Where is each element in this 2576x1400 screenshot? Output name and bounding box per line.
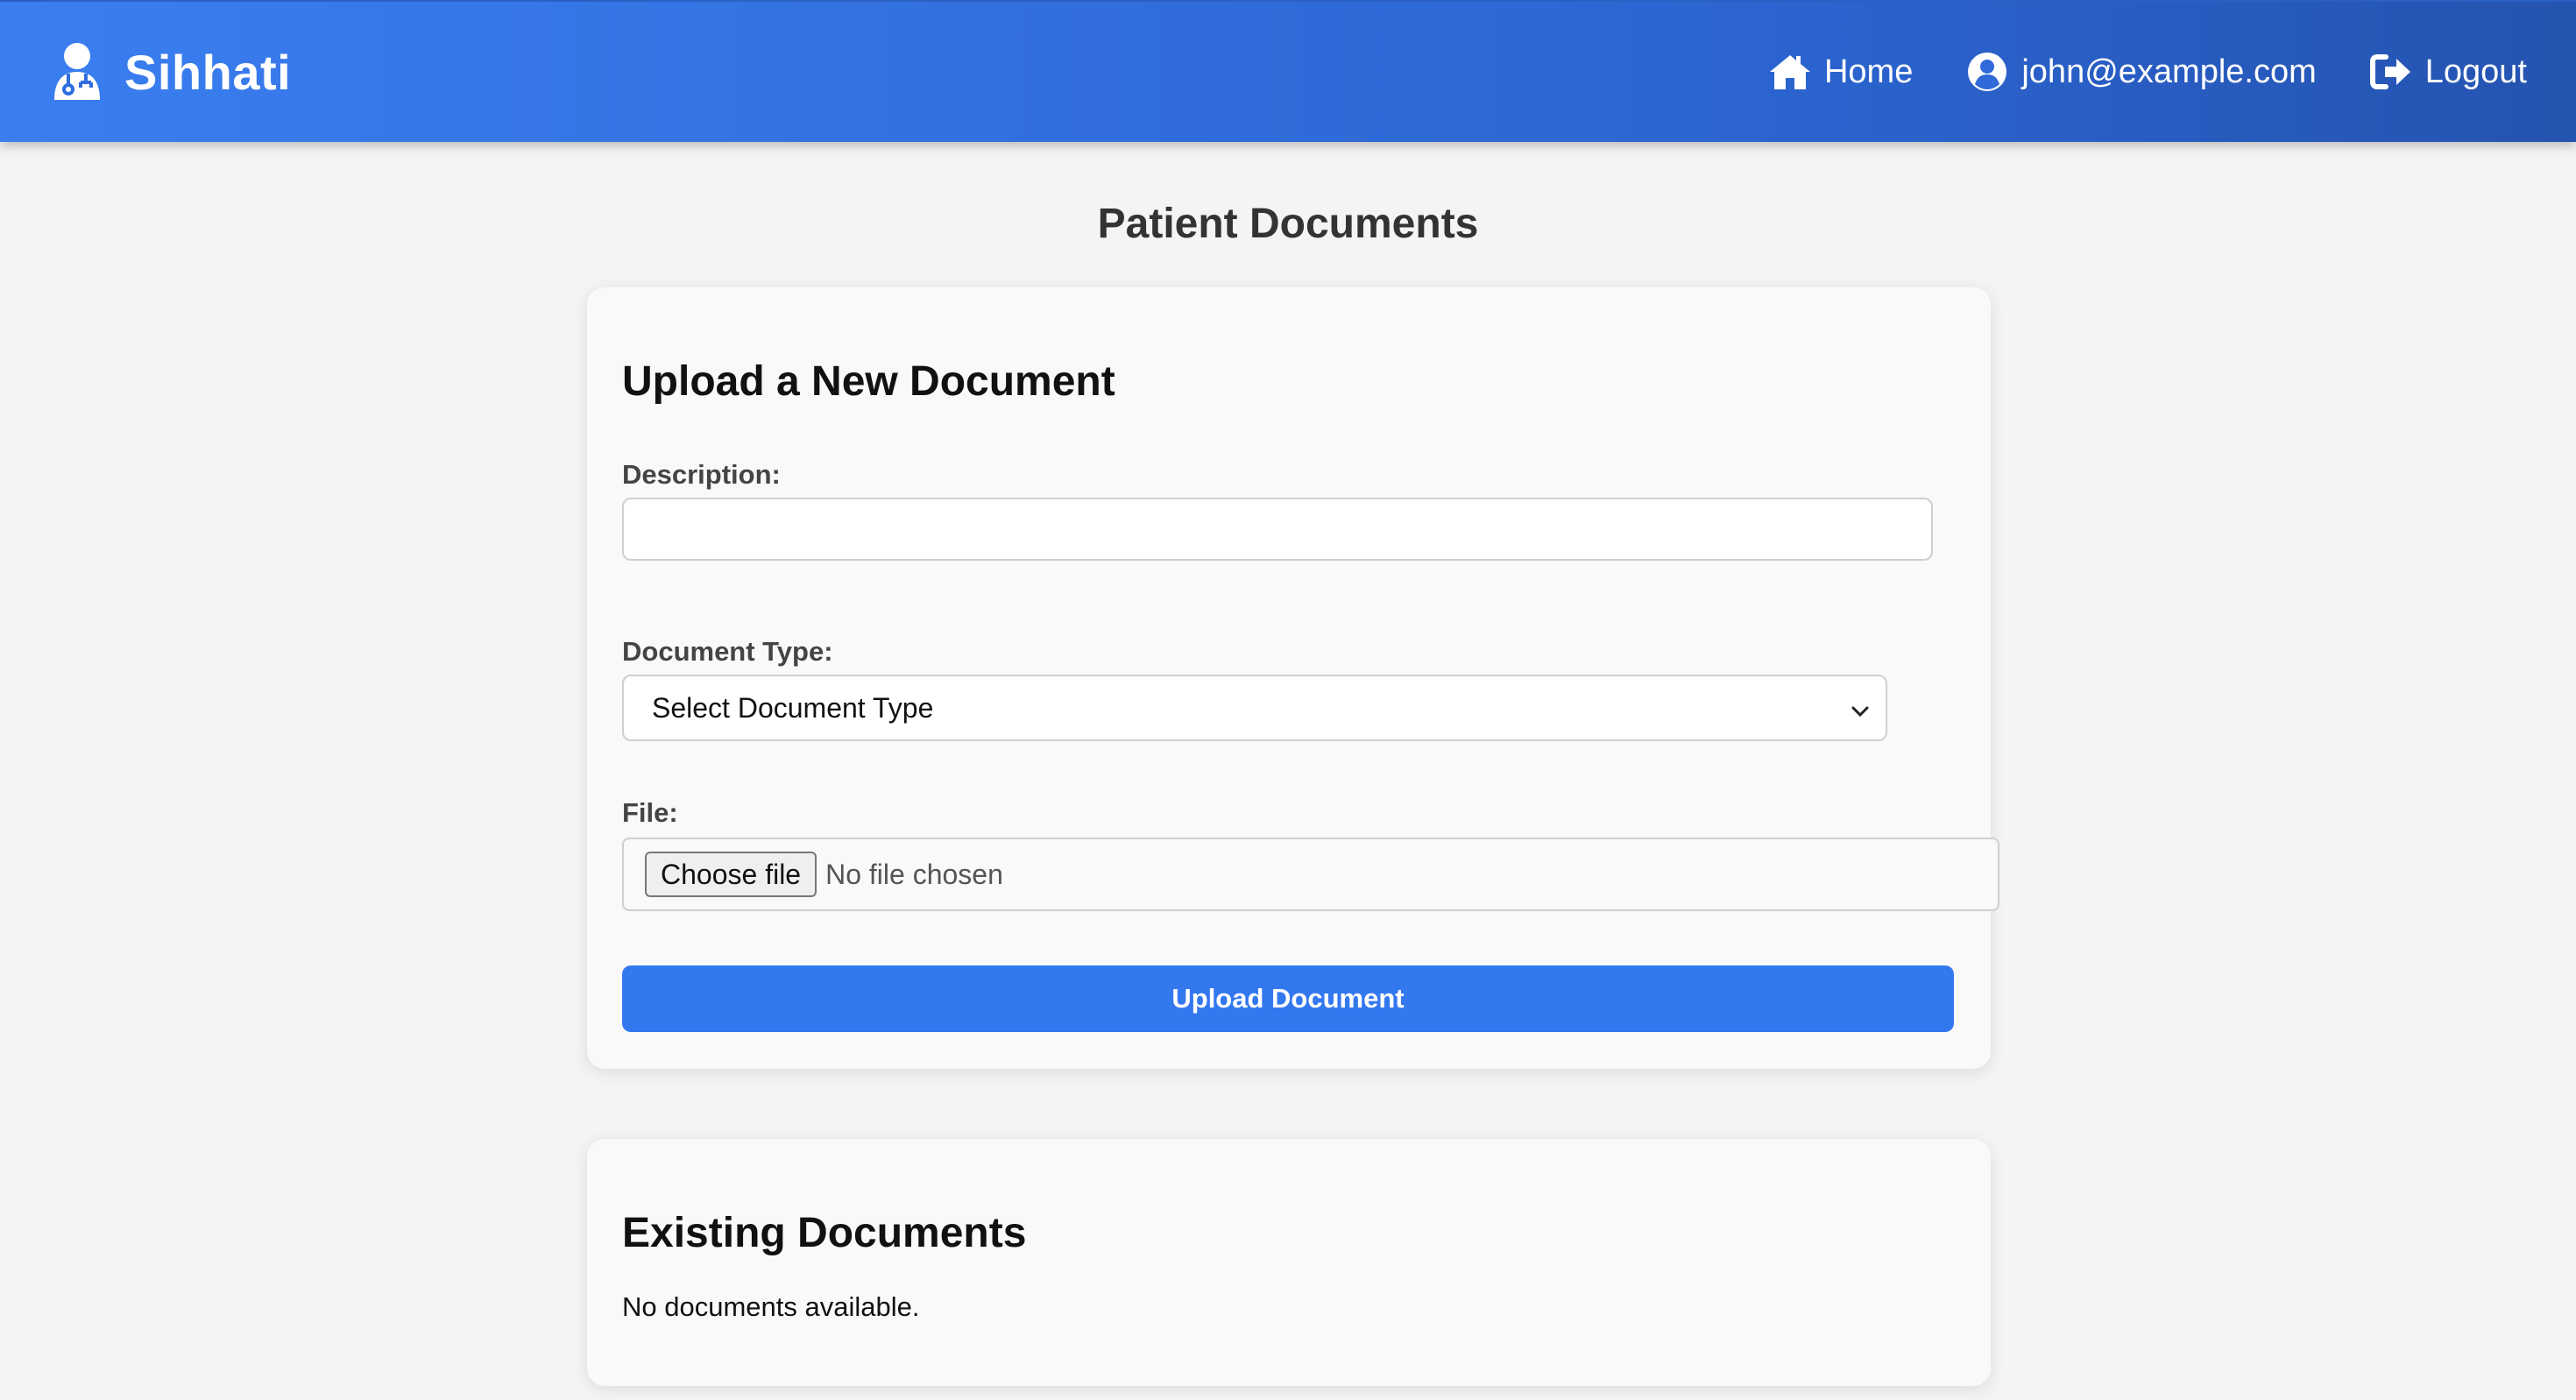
nav-logout-link[interactable]: Logout — [2369, 52, 2527, 92]
nav-logout-label: Logout — [2424, 53, 2527, 90]
document-type-selected: Select Document Type — [652, 691, 934, 724]
file-label: File: — [622, 797, 678, 828]
file-status: No file chosen — [825, 858, 1003, 890]
upload-card: Upload a New Document Description: Docum… — [587, 287, 1999, 1069]
doctor-icon — [51, 41, 103, 103]
document-type-label: Document Type: — [622, 636, 833, 667]
page-title: Patient Documents — [1097, 201, 1479, 247]
logout-icon — [2369, 52, 2413, 92]
existing-documents-heading: Existing Documents — [622, 1210, 1027, 1256]
choose-file-button[interactable]: Choose file — [645, 852, 817, 897]
nav-home-link[interactable]: Home — [1768, 52, 1913, 92]
nav-user-link[interactable]: john@example.com — [1965, 52, 2317, 92]
empty-documents-message: No documents available. — [622, 1291, 920, 1322]
brand-title: Sihhati — [124, 44, 292, 100]
upload-document-button[interactable]: Upload Document — [622, 965, 1954, 1032]
chevron-down-icon — [1851, 692, 1870, 725]
existing-documents-card: Existing Documents No documents availabl… — [587, 1139, 1991, 1386]
upload-heading: Upload a New Document — [622, 358, 1115, 405]
home-icon — [1768, 52, 1812, 92]
description-input[interactable] — [622, 498, 1933, 561]
description-label: Description: — [622, 459, 781, 490]
top-navbar: Sihhati Home john@example.com Logout — [0, 0, 2576, 142]
nav-links: Home john@example.com Logout — [1768, 52, 2527, 92]
user-circle-icon — [1965, 52, 2009, 92]
file-input[interactable]: Choose file No file chosen — [622, 838, 1999, 911]
nav-home-label: Home — [1823, 53, 1914, 90]
nav-user-label: john@example.com — [2021, 53, 2317, 90]
document-type-select[interactable]: Select Document Type — [622, 675, 1887, 741]
brand[interactable]: Sihhati — [51, 41, 291, 103]
